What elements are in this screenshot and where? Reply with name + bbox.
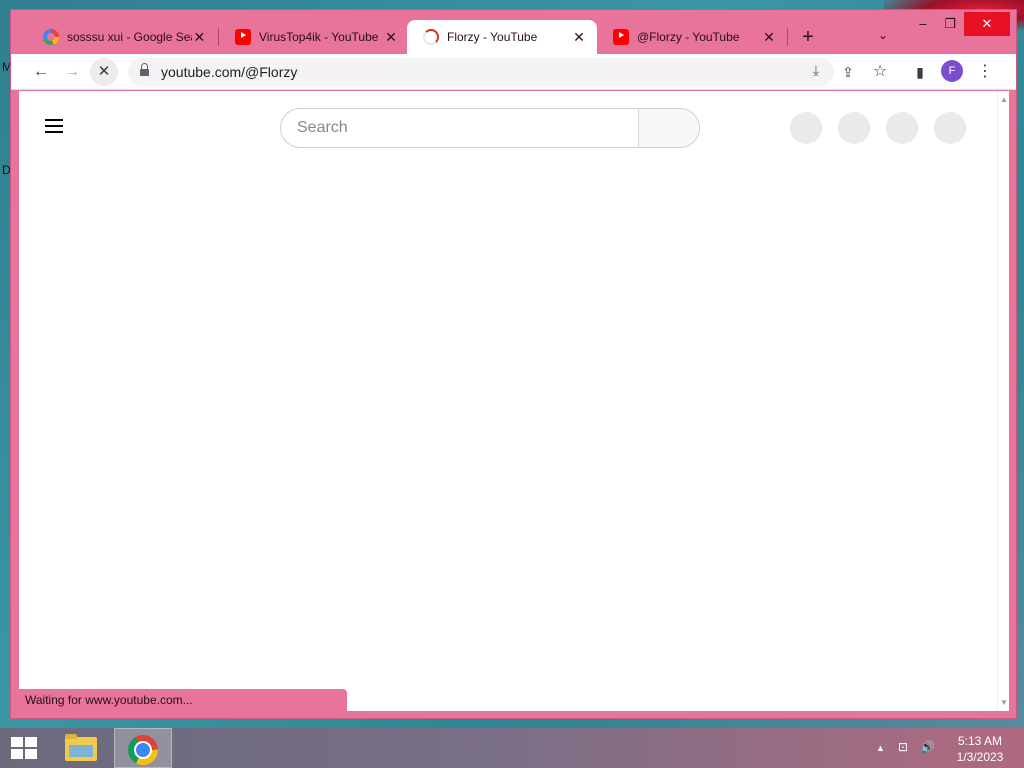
windows-taskbar: ▲ ⊡ 🔊 5:13 AM 1/3/2023 [0, 728, 1024, 768]
youtube-search-box [280, 108, 700, 148]
tab-close-icon[interactable]: ✕ [383, 29, 399, 46]
close-window-button[interactable]: ✕ [964, 12, 1010, 36]
folder-icon [65, 734, 97, 761]
stop-loading-button[interactable]: ✕ [90, 58, 118, 86]
placeholder-icon [838, 112, 870, 144]
side-panel-icon[interactable]: ▮ [906, 58, 934, 86]
browser-toolbar: ← → ✕ youtube.com/@Florzy ⤓ ⇪ ☆ ▮ F ⋮ [11, 54, 1016, 90]
tab-title: Florzy - YouTube [447, 30, 538, 44]
placeholder-avatar [934, 112, 966, 144]
browser-menu-icon[interactable]: ⋮ [971, 58, 999, 86]
tab-separator [787, 28, 788, 46]
tray-chevron-icon[interactable]: ▲ [876, 743, 885, 753]
google-icon [43, 29, 59, 45]
youtube-page [19, 91, 997, 711]
tab-florzy-handle[interactable]: @Florzy - YouTube ✕ [597, 20, 787, 54]
youtube-icon [613, 29, 629, 45]
maximize-button[interactable]: ❐ [935, 12, 965, 36]
chrome-icon [128, 735, 158, 765]
share-icon[interactable]: ⇪ [834, 58, 862, 86]
tab-close-icon[interactable]: ✕ [571, 29, 587, 46]
page-scrollbar[interactable]: ▲ ▼ [997, 91, 1009, 711]
tab-title: VirusTop4ik - YouTube [259, 30, 379, 44]
youtube-search-input[interactable] [281, 109, 638, 147]
volume-icon[interactable]: 🔊 [920, 740, 935, 754]
browser-window: sosssu xui - Google Sea ✕ VirusTop4ik - … [10, 9, 1017, 719]
tab-florzy-active[interactable]: Florzy - YouTube ✕ [407, 20, 597, 54]
placeholder-icon [790, 112, 822, 144]
system-clock[interactable]: 5:13 AM 1/3/2023 [948, 733, 1012, 765]
forward-button[interactable]: → [58, 58, 86, 86]
hamburger-menu-icon[interactable] [45, 119, 63, 133]
scroll-down-arrow-icon[interactable]: ▼ [1000, 698, 1008, 707]
tab-search-chevron-icon[interactable]: ⌄ [878, 28, 888, 42]
loading-icon [423, 29, 439, 45]
tab-title: @Florzy - YouTube [637, 30, 740, 44]
tab-strip: sosssu xui - Google Sea ✕ VirusTop4ik - … [11, 10, 1016, 54]
url-text[interactable]: youtube.com/@Florzy [161, 64, 297, 80]
new-tab-button[interactable]: + [798, 26, 818, 49]
address-bar[interactable]: youtube.com/@Florzy ⤓ [128, 58, 834, 86]
clock-date: 1/3/2023 [956, 750, 1004, 764]
tab-virustop4ik[interactable]: VirusTop4ik - YouTube ✕ [219, 20, 409, 54]
status-bubble: Waiting for www.youtube.com... [19, 689, 347, 711]
file-explorer-taskbar-button[interactable] [52, 728, 110, 768]
youtube-icon [235, 29, 251, 45]
network-icon[interactable]: ⊡ [898, 740, 908, 754]
tab-close-icon[interactable]: ✕ [192, 29, 207, 46]
back-button[interactable]: ← [27, 58, 55, 86]
minimize-button[interactable]: – [908, 12, 938, 36]
lock-icon[interactable] [140, 63, 149, 77]
bookmark-star-icon[interactable]: ☆ [866, 58, 894, 86]
clock-time: 5:13 AM [957, 734, 1003, 748]
profile-avatar[interactable]: F [941, 60, 963, 82]
windows-start-icon[interactable] [11, 737, 39, 761]
tab-title: sosssu xui - Google Sea [67, 30, 192, 44]
placeholder-icon [886, 112, 918, 144]
tab-close-icon[interactable]: ✕ [761, 29, 777, 46]
youtube-search-button[interactable] [638, 109, 699, 147]
scroll-up-arrow-icon[interactable]: ▲ [1000, 95, 1008, 104]
install-app-icon[interactable]: ⤓ [806, 62, 826, 79]
chrome-taskbar-button[interactable] [114, 728, 172, 768]
tab-google-search[interactable]: sosssu xui - Google Sea ✕ [27, 20, 217, 54]
